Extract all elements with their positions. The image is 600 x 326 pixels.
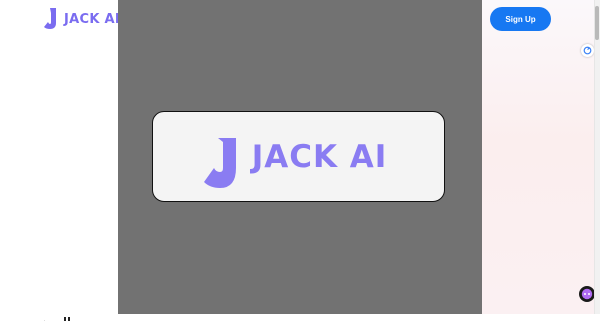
signup-button[interactable]: Sign Up <box>490 7 551 31</box>
modal-logo-text: JACK AI <box>251 138 388 175</box>
scrollbar[interactable] <box>594 0 600 314</box>
scrollbar-thumb[interactable] <box>595 6 599 40</box>
refresh-icon[interactable] <box>581 44 594 57</box>
logo-mark-icon <box>44 8 56 29</box>
splash-modal: JACK AI <box>152 111 445 202</box>
logo-text: JACK AI <box>64 11 121 27</box>
partial-content <box>44 308 78 321</box>
header-logo[interactable]: JACK AI <box>44 8 120 30</box>
chat-icon[interactable] <box>579 286 595 302</box>
modal-logo-mark-icon <box>203 137 236 188</box>
